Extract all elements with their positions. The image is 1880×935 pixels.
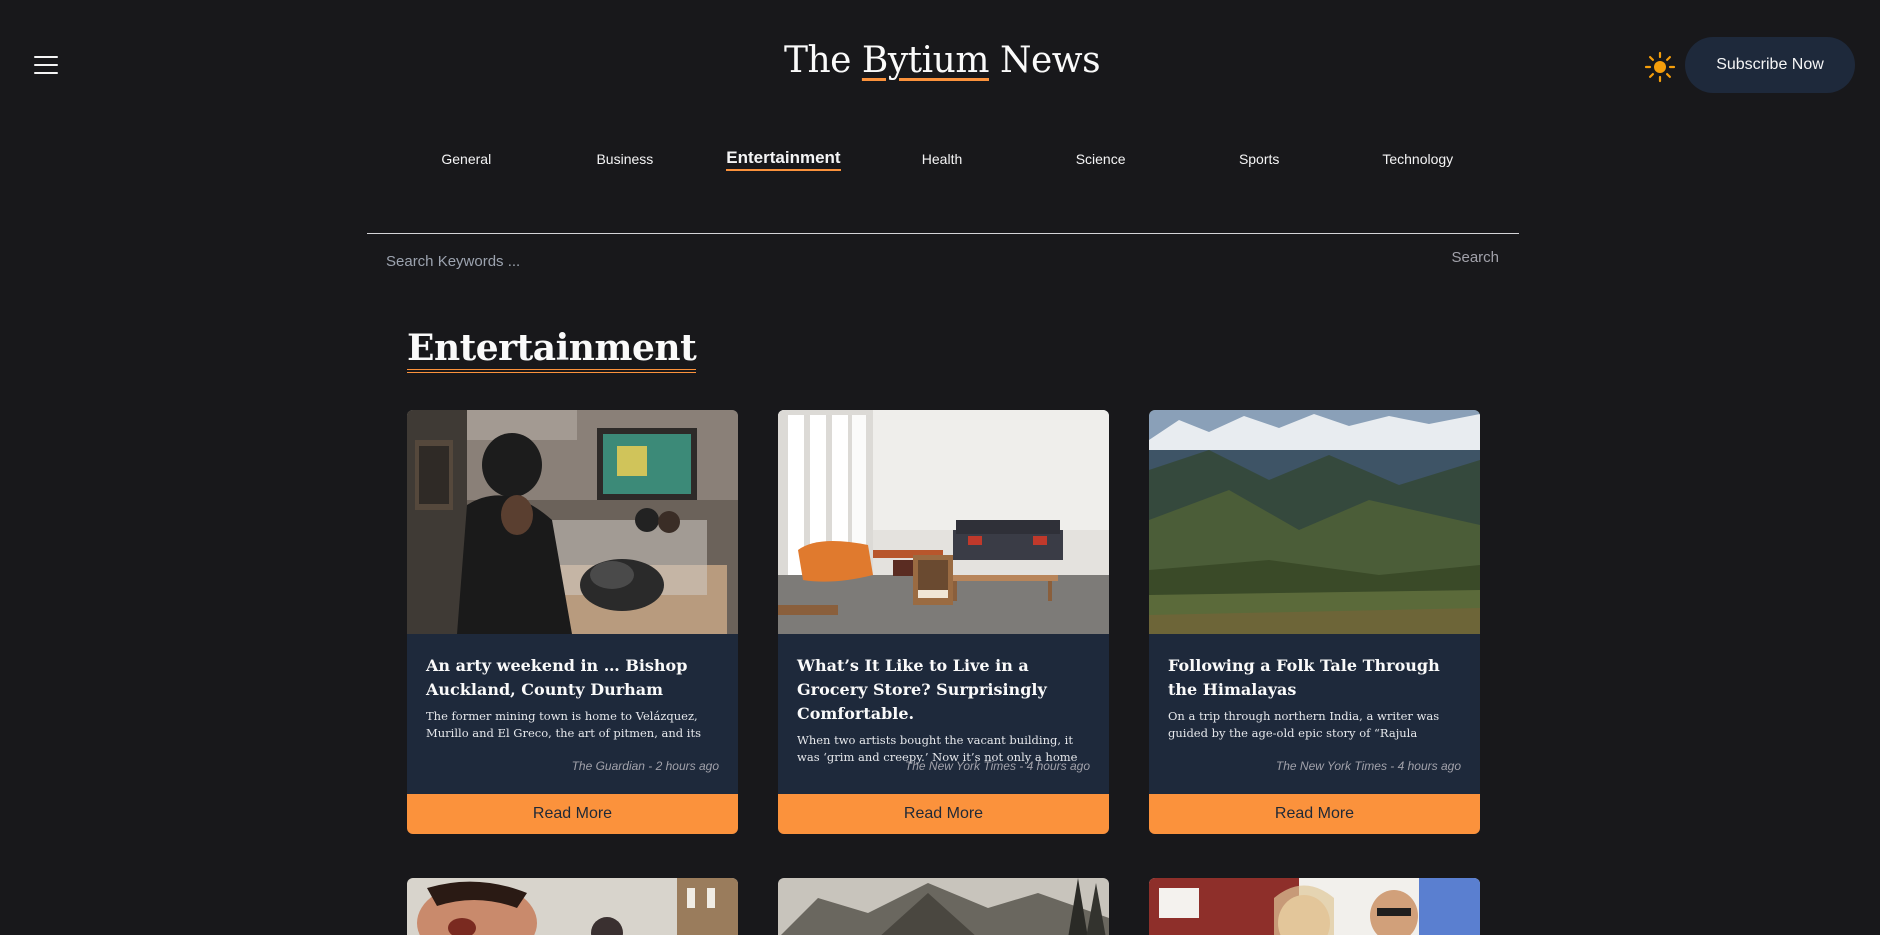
section-title: Entertainment [407,327,697,373]
article-meta: The Guardian - 2 hours ago [571,759,719,773]
search-bar: Search [367,233,1519,293]
article-body: An arty weekend in … Bishop Auckland, Co… [407,634,738,794]
search-button[interactable]: Search [1451,249,1499,266]
article-title[interactable]: An arty weekend in … Bishop Auckland, Co… [426,654,719,702]
article-meta: The New York Times - 4 hours ago [1275,759,1461,773]
search-input[interactable] [367,246,1367,276]
article-image-yosemite[interactable] [778,878,1109,935]
read-more-button[interactable]: Read More [407,794,738,834]
article-body: What’s It Like to Live in a Grocery Stor… [778,634,1109,794]
article-image-interior[interactable] [778,410,1109,634]
site-title-accent: Bytium [861,40,990,81]
nav-item-entertainment[interactable]: Entertainment [704,148,863,180]
article-image-crowd[interactable] [407,878,738,935]
article-title[interactable]: What’s It Like to Live in a Grocery Stor… [797,654,1090,726]
category-nav: General Business Entertainment Health Sc… [387,148,1497,180]
nav-item-sports[interactable]: Sports [1180,150,1339,180]
article-image-people[interactable] [1149,878,1480,935]
article-image-mountains[interactable] [1149,410,1480,634]
nav-item-science[interactable]: Science [1021,150,1180,180]
nav-item-technology[interactable]: Technology [1338,150,1497,180]
nav-item-label: Technology [1382,151,1454,167]
read-more-button[interactable]: Read More [778,794,1109,834]
article-body: Following a Folk Tale Through the Himala… [1149,634,1480,794]
article-card: What’s It Like to Live in a Grocery Stor… [778,410,1109,834]
subscribe-button[interactable]: Subscribe Now [1685,37,1855,93]
article-description: The former mining town is home to Velázq… [426,709,701,740]
nav-item-label: Sports [1238,151,1280,167]
nav-item-health[interactable]: Health [863,150,1022,180]
article-image-museum[interactable] [407,410,738,634]
nav-item-label: Health [921,151,963,167]
nav-item-label: Science [1075,151,1126,167]
site-title-suffix: News [989,40,1101,81]
article-title[interactable]: Following a Folk Tale Through the Himala… [1168,654,1461,702]
nav-item-label: Business [596,151,654,167]
nav-item-label: Entertainment [726,148,841,171]
article-card: An arty weekend in … Bishop Auckland, Co… [407,410,738,834]
article-description: On a trip through northern India, a writ… [1168,709,1440,740]
site-title-prefix: The [783,40,862,81]
nav-item-label: General [441,151,492,167]
sun-icon[interactable] [1644,51,1676,83]
article-card: Following a Folk Tale Through the Himala… [1149,410,1480,834]
read-more-button[interactable]: Read More [1149,794,1480,834]
site-title[interactable]: The Bytium News [0,40,1880,81]
nav-item-business[interactable]: Business [546,150,705,180]
nav-item-general[interactable]: General [387,150,546,180]
article-meta: The New York Times - 4 hours ago [904,759,1090,773]
site-header: The Bytium News Subscribe Now [0,0,1880,130]
